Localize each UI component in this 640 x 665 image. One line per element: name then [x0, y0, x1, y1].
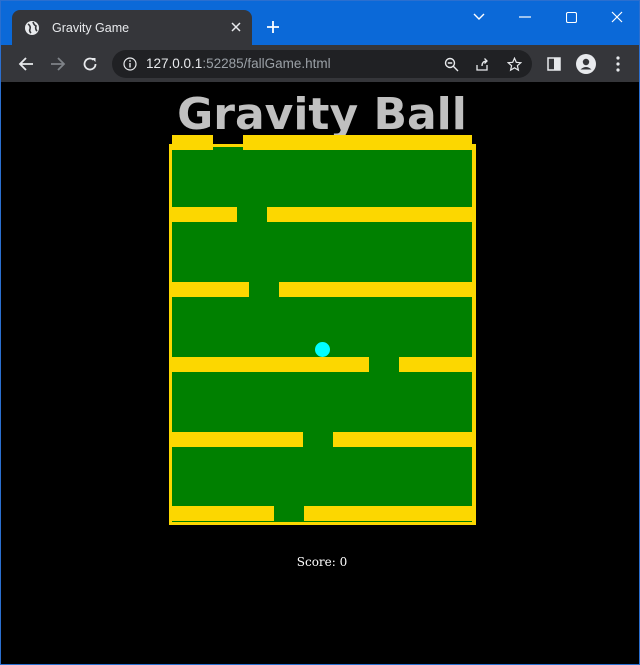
forward-arrow-icon[interactable]: [47, 53, 69, 75]
platform-1-right: [243, 135, 472, 150]
browser-toolbar: 127.0.0.1:52285/fallGame.html: [1, 45, 639, 82]
platform-6-left: [172, 506, 274, 521]
game-title: Gravity Ball: [177, 89, 467, 140]
reload-icon[interactable]: [79, 53, 101, 75]
page-viewport: Gravity Ball Score: 0: [2, 82, 638, 664]
close-window-icon[interactable]: [602, 7, 632, 27]
score-display: Score: 0: [296, 555, 348, 569]
site-info-icon[interactable]: [122, 56, 138, 72]
zoom-icon[interactable]: [442, 55, 460, 73]
back-arrow-icon[interactable]: [15, 53, 37, 75]
browser-window: Gravity Game 127.0.0.1:52285/fallGame.ht…: [0, 0, 640, 665]
platform-2-left: [172, 207, 237, 222]
side-panel-icon[interactable]: [543, 53, 565, 75]
platform-4-left: [172, 357, 369, 372]
share-icon[interactable]: [473, 55, 491, 73]
url-text: 127.0.0.1:52285/fallGame.html: [146, 56, 331, 71]
tab-title: Gravity Game: [52, 20, 130, 35]
game-field: [172, 135, 472, 522]
platform-4-right: [399, 357, 472, 372]
platform-3-left: [172, 282, 249, 297]
platform-6-right: [304, 506, 472, 521]
address-bar[interactable]: 127.0.0.1:52285/fallGame.html: [112, 50, 532, 78]
tab-gravity-game[interactable]: Gravity Game: [12, 10, 252, 45]
tab-bar: Gravity Game: [1, 1, 639, 45]
platform-2-right: [267, 207, 472, 222]
menu-kebab-icon[interactable]: [607, 53, 629, 75]
new-tab-icon[interactable]: [263, 17, 283, 37]
platform-5-right: [333, 432, 472, 447]
minimize-icon[interactable]: [510, 7, 540, 27]
game-board[interactable]: [169, 135, 476, 525]
bookmark-star-icon[interactable]: [505, 55, 523, 73]
maximize-icon[interactable]: [556, 7, 586, 27]
platform-3-right: [279, 282, 472, 297]
player-ball[interactable]: [315, 342, 330, 357]
profile-avatar-icon[interactable]: [575, 53, 597, 75]
platform-1-left: [172, 135, 213, 150]
url-host: 127.0.0.1: [146, 56, 203, 71]
tab-search-chevron-down-icon[interactable]: [464, 7, 494, 27]
url-path: :52285/fallGame.html: [202, 56, 331, 71]
close-tab-icon[interactable]: [228, 19, 244, 35]
globe-icon: [24, 20, 40, 36]
platform-5-left: [172, 432, 303, 447]
